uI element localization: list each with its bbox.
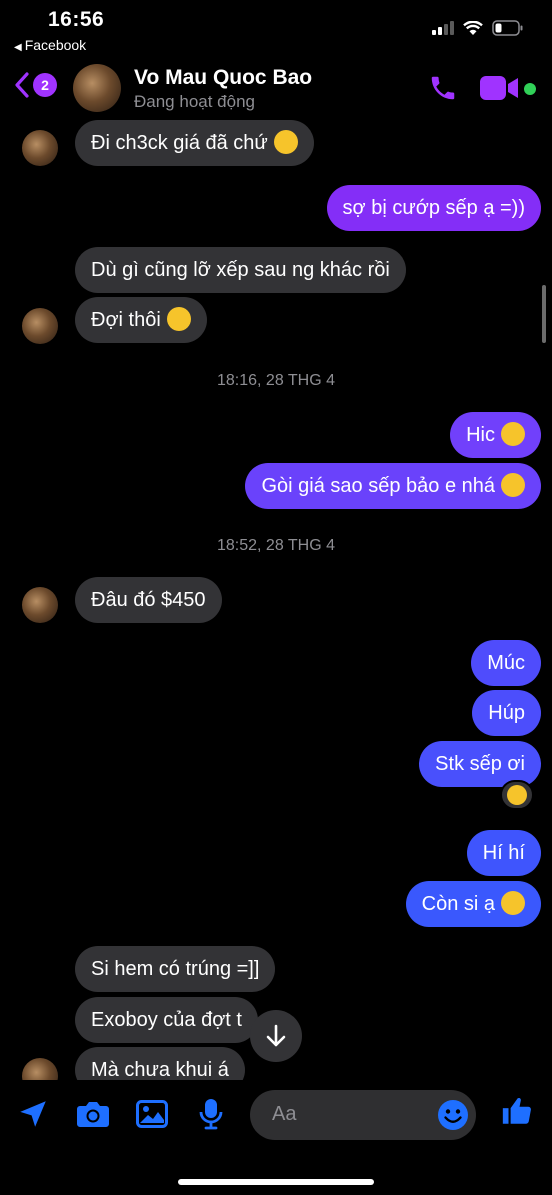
- status-bar: 16:56 ◀ Facebook: [0, 0, 552, 58]
- message-text: Hí hí: [482, 842, 525, 864]
- sender-avatar[interactable]: [22, 308, 58, 344]
- message-reaction[interactable]: [500, 780, 534, 810]
- message-text: Si hem có trúng =]]: [91, 958, 260, 980]
- emoji-picker-icon[interactable]: [437, 1099, 469, 1131]
- scrollbar[interactable]: [542, 285, 546, 343]
- location-arrow-icon[interactable]: [16, 1097, 50, 1131]
- message-bubble-outgoing[interactable]: sợ bị cướp sếp ạ =)): [326, 185, 541, 231]
- composer-bar: Aa: [0, 1080, 552, 1195]
- contact-avatar[interactable]: [73, 64, 121, 112]
- message-bubble-incoming[interactable]: Si hem có trúng =]]: [75, 946, 276, 992]
- message-text: Hic: [466, 424, 495, 446]
- message-text: Mà chưa khui á: [91, 1059, 229, 1080]
- contact-name[interactable]: Vo Mau Quoc Bao: [134, 66, 312, 90]
- home-indicator[interactable]: [178, 1179, 374, 1185]
- phone-call-icon[interactable]: [428, 73, 458, 103]
- image-gallery-icon[interactable]: [136, 1100, 168, 1128]
- sender-avatar[interactable]: [22, 130, 58, 166]
- contact-status: Đang hoạt động: [134, 92, 255, 111]
- holding-tears-emoji-icon: [501, 421, 525, 446]
- message-bubble-outgoing[interactable]: Húp: [472, 690, 541, 736]
- system-icons: [432, 20, 524, 36]
- grinning-sweat-emoji-icon: [166, 306, 191, 331]
- chevron-left-icon: [15, 72, 29, 98]
- sender-avatar[interactable]: [22, 587, 58, 623]
- message-bubble-incoming[interactable]: Exoboy của đợt t: [75, 997, 258, 1043]
- message-bubble-incoming[interactable]: Đi ch3ck giá đã chứ: [75, 120, 314, 166]
- message-text: Còn si ạ: [421, 893, 495, 915]
- battery-icon: [492, 20, 523, 36]
- arrow-down-icon: [266, 1024, 286, 1047]
- message-bubble-outgoing[interactable]: Hí hí: [466, 830, 541, 876]
- message-bubble-outgoing[interactable]: Múc: [471, 640, 541, 686]
- message-text: Múc: [487, 652, 525, 674]
- message-text: Gòi giá sao sếp bảo e nhá: [261, 475, 495, 497]
- camera-icon[interactable]: [76, 1100, 110, 1128]
- back-app-label: Facebook: [24, 37, 87, 53]
- message-bubble-outgoing[interactable]: Còn si ạ: [405, 881, 541, 927]
- back-triangle-icon: ◀: [14, 42, 22, 53]
- conversation-header: 2 Vo Mau Quoc Bao Đang hoạt động: [0, 58, 552, 120]
- holding-tears-emoji-icon: [501, 890, 525, 915]
- sender-avatar[interactable]: [22, 1058, 58, 1080]
- back-to-app-link[interactable]: ◀ Facebook: [14, 37, 86, 53]
- grinning-sweat-emoji-icon: [273, 129, 298, 154]
- message-bubble-incoming[interactable]: Mà chưa khui á: [75, 1047, 245, 1080]
- back-button[interactable]: 2: [14, 72, 57, 98]
- thumbs-up-icon[interactable]: [500, 1094, 534, 1128]
- scroll-to-bottom-button[interactable]: [250, 1010, 302, 1062]
- message-text: Dù gì cũng lỡ xếp sau ng khác rồi: [91, 259, 390, 281]
- message-bubble-outgoing[interactable]: Hic: [450, 412, 541, 458]
- timestamp-separator: 18:52, 28 THG 4: [217, 537, 335, 554]
- message-text: Stk sếp ơi: [435, 753, 525, 775]
- rolling-laugh-emoji-icon: [501, 472, 525, 497]
- message-bubble-incoming[interactable]: Đợi thôi: [75, 297, 207, 343]
- microphone-icon[interactable]: [199, 1098, 223, 1130]
- message-thread[interactable]: Đi ch3ck giá đã chứ sợ bị cướp sếp ạ =))…: [0, 120, 552, 1080]
- message-text: Húp: [488, 702, 525, 724]
- status-time: 16:56: [48, 8, 105, 31]
- message-text: Đi ch3ck giá đã chứ: [91, 132, 268, 154]
- message-text: Đợi thôi: [91, 309, 161, 331]
- message-bubble-incoming[interactable]: Dù gì cũng lỡ xếp sau ng khác rồi: [75, 247, 406, 293]
- wifi-icon: [463, 20, 483, 35]
- message-bubble-outgoing[interactable]: Gòi giá sao sếp bảo e nhá: [245, 463, 541, 509]
- message-input[interactable]: Aa: [250, 1090, 476, 1140]
- laughing-emoji-icon: [507, 785, 527, 805]
- signal-icon: [432, 21, 454, 35]
- timestamp-separator: 18:16, 28 THG 4: [217, 372, 335, 389]
- message-text: sợ bị cướp sếp ạ =)): [342, 197, 525, 219]
- message-text: Đâu đó $450: [91, 589, 206, 611]
- unread-badge: 2: [33, 73, 57, 97]
- message-input-placeholder: Aa: [272, 1103, 297, 1125]
- video-call-icon[interactable]: [480, 75, 520, 101]
- online-indicator: [524, 83, 536, 95]
- message-text: Exoboy của đợt t: [91, 1009, 242, 1031]
- message-bubble-incoming[interactable]: Đâu đó $450: [75, 577, 222, 623]
